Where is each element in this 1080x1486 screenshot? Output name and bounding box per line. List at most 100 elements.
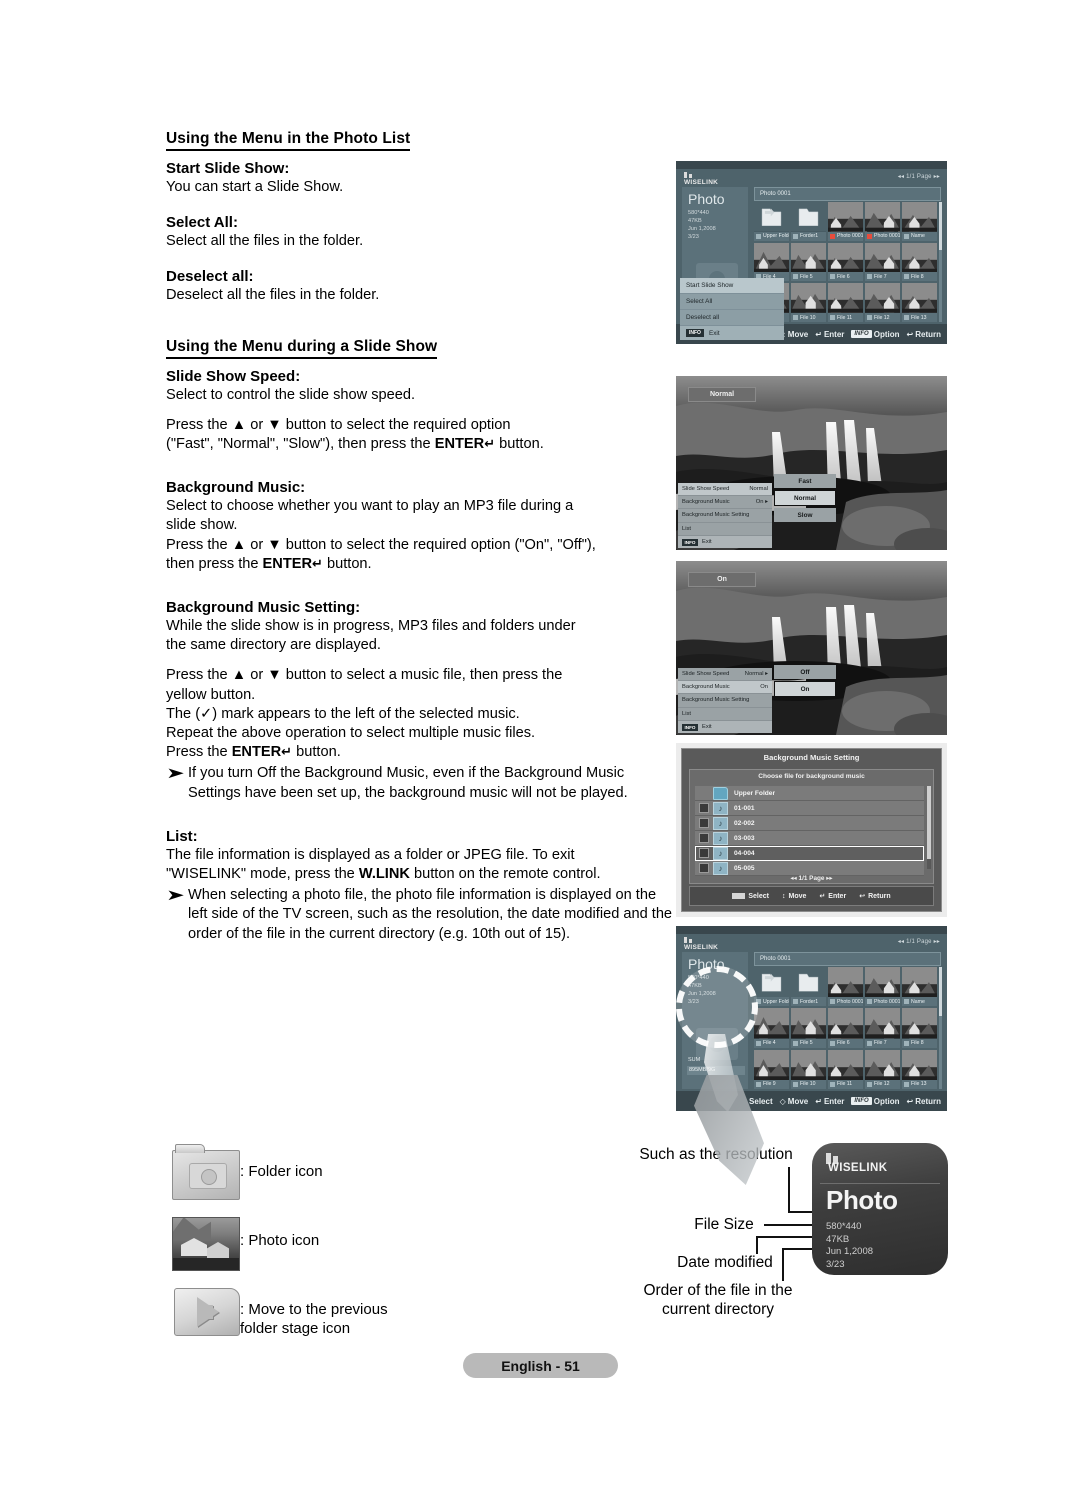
tile-checkbox[interactable] xyxy=(867,999,872,1005)
tile-checkbox[interactable] xyxy=(830,315,835,320)
photo-tile[interactable]: File 6 xyxy=(828,242,863,282)
status-item[interactable]: ↵ Enter xyxy=(815,1097,844,1106)
footer-action[interactable]: Select xyxy=(732,893,769,900)
row-checkbox[interactable] xyxy=(699,803,709,813)
status-item[interactable]: ◇ Move xyxy=(780,1097,809,1106)
grid-scrollbar[interactable] xyxy=(939,202,942,322)
photo-tile[interactable]: File 11 xyxy=(828,1049,863,1089)
menu-item-select-all[interactable]: Select All xyxy=(680,294,784,310)
tile-checkbox[interactable] xyxy=(793,999,798,1005)
photo-tile[interactable]: File 9 xyxy=(754,1049,789,1089)
tile-checkbox[interactable] xyxy=(867,1081,872,1087)
menu-item-start-slide-show[interactable]: Start Slide Show xyxy=(680,278,784,294)
tile-checkbox[interactable] xyxy=(830,999,835,1005)
photo-tile[interactable]: File 8 xyxy=(902,242,937,282)
footer-action[interactable]: ↕ Move xyxy=(782,893,806,900)
photo-tile[interactable]: File 7 xyxy=(865,242,900,282)
tile-checkbox[interactable] xyxy=(904,274,909,280)
context-menu[interactable]: Start Slide Show Select All Deselect all… xyxy=(680,278,784,340)
tile-checkbox[interactable] xyxy=(793,1040,798,1046)
row-checkbox[interactable] xyxy=(699,863,709,873)
speed-options[interactable]: Fast Normal Slow xyxy=(774,474,836,524)
tile-checkbox[interactable] xyxy=(904,233,909,239)
photo-tile[interactable]: Photo 0001 xyxy=(828,202,863,241)
music-file-list[interactable]: Upper Folder ♪ 01-001 ♪ 02-002 ♪ 03-003 ♪ 04-004… xyxy=(695,786,924,876)
tile-checkbox[interactable] xyxy=(756,1040,761,1046)
menu-item-deselect-all[interactable]: Deselect all xyxy=(680,310,784,326)
slideshow-menu[interactable]: Slide Show Speed Normal Background Music On… xyxy=(678,482,772,548)
tile-checkbox[interactable] xyxy=(793,1081,798,1087)
slideshow-menu-item[interactable]: Slide Show Speed Normal ▸ xyxy=(678,668,772,681)
photo-tile[interactable]: File 12 xyxy=(865,283,900,322)
status-item[interactable]: ↩ Return xyxy=(907,1097,941,1106)
music-list-row[interactable]: Upper Folder xyxy=(695,786,924,801)
slideshow-menu-item[interactable]: Background Music Setting xyxy=(678,694,772,708)
tile-checkbox[interactable] xyxy=(904,1040,909,1046)
photo-tile[interactable]: File 13 xyxy=(902,283,937,322)
option-item[interactable]: Slow xyxy=(774,508,836,522)
option-item[interactable]: Normal xyxy=(774,490,836,506)
music-list-row[interactable]: ♪ 03-003 xyxy=(695,831,924,846)
slideshow-menu-item[interactable]: Background Music On ▸ xyxy=(678,496,772,510)
tile-checkbox[interactable] xyxy=(756,233,761,239)
status-item[interactable]: INFO Option xyxy=(851,330,900,339)
music-options[interactable]: Off On xyxy=(774,665,836,699)
tile-checkbox[interactable] xyxy=(904,1081,909,1087)
photo-tile[interactable]: Photo 0001 xyxy=(865,202,900,241)
slideshow-menu-item[interactable]: Background Music Setting xyxy=(678,509,772,523)
photo-tile[interactable]: Upper Folder xyxy=(754,967,789,1007)
slideshow-menu-item[interactable]: Slide Show Speed Normal xyxy=(678,482,772,496)
tile-checkbox[interactable] xyxy=(904,999,909,1005)
photo-grid[interactable]: Upper Folder Forder1 Photo 0001 Photo 0001 N… xyxy=(754,967,937,1089)
tile-checkbox[interactable] xyxy=(867,1040,872,1046)
slideshow-menu-item[interactable]: Background Music On xyxy=(678,680,772,695)
photo-tile[interactable]: Forder1 xyxy=(791,202,826,241)
music-list-row[interactable]: ♪ 02-002 xyxy=(695,816,924,831)
photo-tile[interactable]: File 10 xyxy=(791,283,826,322)
photo-tile[interactable]: Photo 0001 xyxy=(865,967,900,1007)
option-item[interactable]: Fast xyxy=(774,474,836,488)
status-item[interactable]: Select xyxy=(749,1097,773,1106)
photo-tile[interactable]: File 4 xyxy=(754,1008,789,1048)
photo-tile[interactable]: Photo 0001 xyxy=(828,967,863,1007)
photo-tile[interactable]: File 8 xyxy=(902,1008,937,1048)
photo-tile[interactable]: File 6 xyxy=(828,1008,863,1048)
photo-tile[interactable]: File 7 xyxy=(865,1008,900,1048)
tile-checkbox[interactable] xyxy=(756,1081,761,1087)
status-item[interactable]: ↩ Return xyxy=(907,330,941,339)
footer-action[interactable]: ↩ Return xyxy=(859,892,890,901)
photo-tile[interactable]: File 12 xyxy=(865,1049,900,1089)
photo-tile[interactable]: Upper Folder xyxy=(754,202,789,241)
status-item[interactable]: ↵ Enter xyxy=(815,330,844,339)
tile-checkbox[interactable] xyxy=(867,274,872,280)
list-scrollbar[interactable] xyxy=(927,786,931,869)
tile-checkbox[interactable] xyxy=(830,233,835,239)
slideshow-menu[interactable]: Slide Show Speed Normal ▸ Background Music… xyxy=(678,667,772,733)
tile-checkbox[interactable] xyxy=(793,315,798,320)
tile-checkbox[interactable] xyxy=(793,274,798,280)
row-checkbox[interactable] xyxy=(699,848,709,858)
tile-checkbox[interactable] xyxy=(830,1040,835,1046)
tile-checkbox[interactable] xyxy=(830,274,835,280)
photo-tile[interactable]: File 10 xyxy=(791,1049,826,1089)
photo-tile[interactable]: Name xyxy=(902,202,937,241)
photo-tile[interactable]: File 4 xyxy=(754,242,789,282)
tile-checkbox[interactable] xyxy=(793,233,798,239)
slideshow-menu-item[interactable]: List xyxy=(678,708,772,721)
row-checkbox[interactable] xyxy=(699,818,709,828)
footer-action[interactable]: ↵ Enter xyxy=(819,892,846,901)
tile-checkbox[interactable] xyxy=(904,315,909,320)
tile-checkbox[interactable] xyxy=(830,1081,835,1087)
status-item[interactable]: ↕Move xyxy=(782,330,808,339)
option-item[interactable]: On xyxy=(774,681,836,697)
photo-tile[interactable]: File 5 xyxy=(791,242,826,282)
photo-tile[interactable]: File 5 xyxy=(791,1008,826,1048)
photo-tile[interactable]: Name xyxy=(902,967,937,1007)
tile-checkbox[interactable] xyxy=(867,233,872,239)
row-checkbox[interactable] xyxy=(699,833,709,843)
tile-checkbox[interactable] xyxy=(867,315,872,320)
option-item[interactable]: Off xyxy=(774,665,836,679)
slideshow-menu-item[interactable]: List xyxy=(678,523,772,536)
music-list-row[interactable]: ♪ 04-004 xyxy=(695,846,924,861)
music-list-row[interactable]: ♪ 01-001 xyxy=(695,801,924,816)
